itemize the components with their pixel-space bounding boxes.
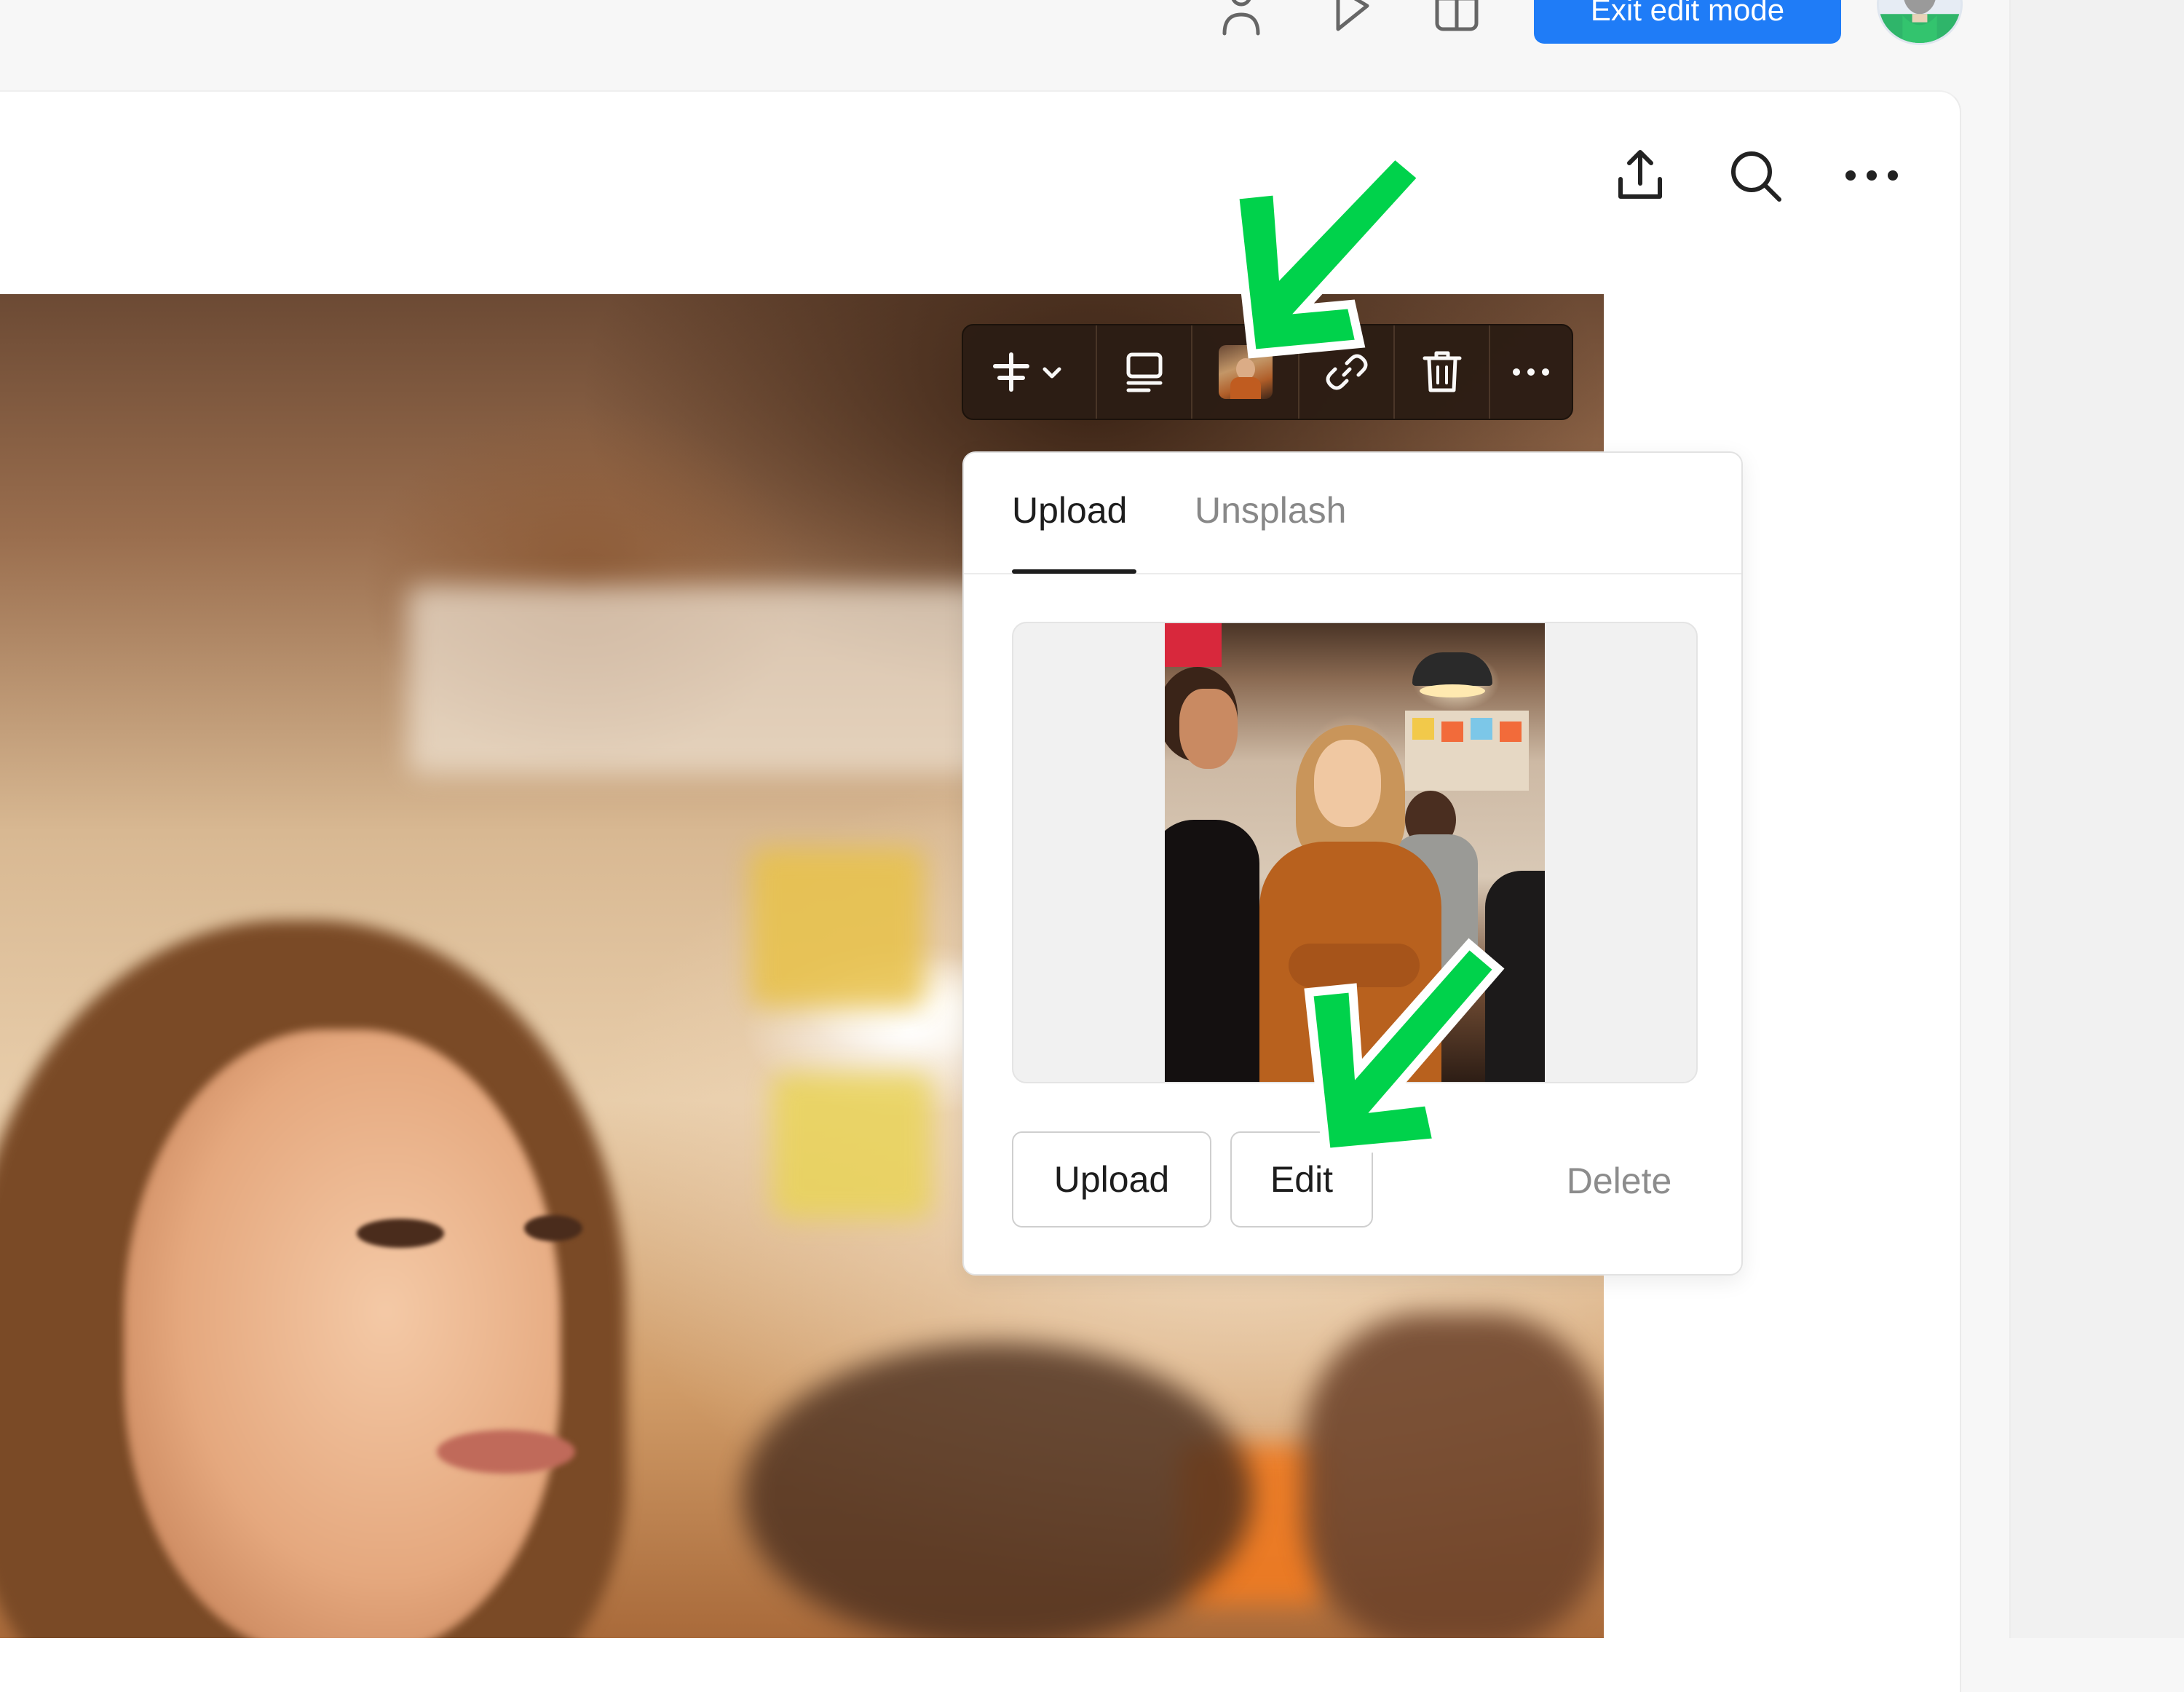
- tab-unsplash[interactable]: Unsplash: [1195, 489, 1346, 531]
- man-face-shape: [1179, 689, 1238, 769]
- eye-shape: [524, 1215, 582, 1241]
- image-thumbnail: [1218, 345, 1273, 399]
- background-person-shape: [1303, 1313, 1604, 1638]
- woman-face-shape: [1314, 740, 1381, 827]
- link-button[interactable]: [1299, 325, 1395, 419]
- align-dropdown-button[interactable]: [963, 325, 1097, 419]
- lips-shape: [437, 1430, 575, 1474]
- lamp-shape: [1412, 652, 1492, 686]
- man-body-shape: [1165, 820, 1259, 1082]
- replace-image-button[interactable]: [1192, 325, 1299, 419]
- image-preview-frame: [1012, 622, 1698, 1083]
- crossed-arms-shape: [1289, 944, 1420, 987]
- eye-shape: [357, 1219, 444, 1248]
- exit-edit-mode-button[interactable]: Exit edit mode: [1534, 0, 1841, 44]
- layout-icon[interactable]: [1431, 0, 1482, 36]
- trash-icon: [1423, 351, 1461, 392]
- tab-upload[interactable]: Upload: [1012, 489, 1127, 531]
- red-sign-shape: [1165, 623, 1222, 667]
- avatar[interactable]: [1877, 0, 1963, 45]
- caption-layout-button[interactable]: [1097, 325, 1192, 419]
- background-person-body: [1485, 871, 1545, 1082]
- caption-layout-icon: [1126, 352, 1162, 392]
- toolbar-more-button[interactable]: [1490, 325, 1572, 419]
- active-tab-indicator: [1012, 569, 1136, 574]
- upload-button[interactable]: Upload: [1012, 1131, 1211, 1228]
- sticky-note-shape: [1500, 722, 1522, 742]
- sticky-note-shape: [1471, 718, 1492, 740]
- right-panel-background: [2009, 0, 2184, 1638]
- search-icon[interactable]: [1724, 144, 1787, 207]
- image-toolbar: [962, 324, 1573, 420]
- sticky-note-shape: [750, 847, 925, 1008]
- lamp-light-shape: [1420, 684, 1485, 697]
- more-icon: [1513, 368, 1549, 376]
- share-upload-icon[interactable]: [1609, 144, 1671, 207]
- image-preview: [1165, 623, 1545, 1082]
- edit-button[interactable]: Edit: [1230, 1131, 1373, 1228]
- link-icon: [1326, 354, 1367, 390]
- sticky-note-shape: [1441, 722, 1463, 742]
- sticky-note-shape: [1412, 718, 1434, 740]
- align-icon: [993, 352, 1061, 392]
- background-people-shape: [743, 1343, 1252, 1638]
- more-options-icon[interactable]: [1840, 144, 1903, 207]
- user-icon[interactable]: [1216, 0, 1267, 36]
- delete-image-button[interactable]: [1395, 325, 1490, 419]
- sticky-note-shape: [772, 1073, 932, 1219]
- image-popover: Upload Unsplash Upload Edit Delete: [962, 451, 1743, 1276]
- play-icon[interactable]: [1325, 0, 1376, 36]
- face-shape: [124, 1029, 561, 1638]
- delete-button[interactable]: Delete: [1532, 1148, 1706, 1214]
